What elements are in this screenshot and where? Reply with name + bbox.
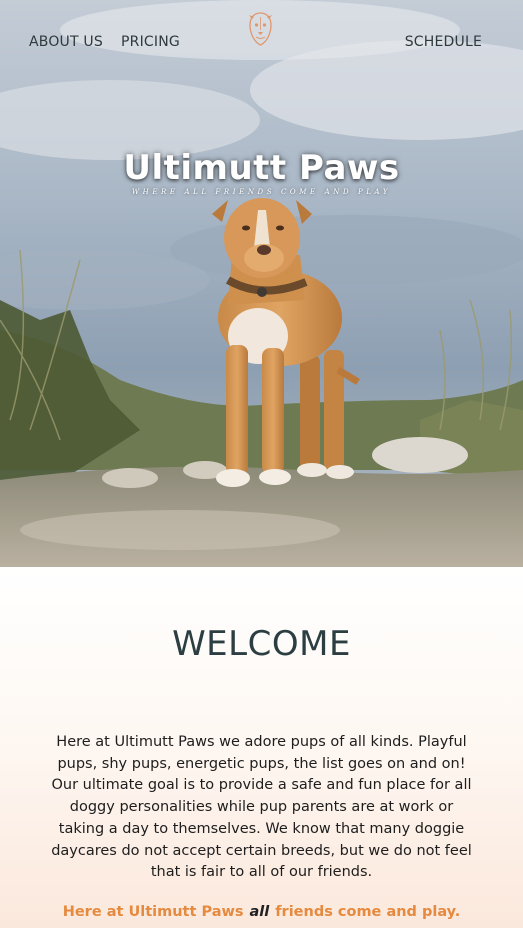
welcome-section: WELCOME Here at Ultimutt Paws we adore p… <box>0 567 523 928</box>
brand-title: Ultimutt Paws <box>123 148 400 188</box>
tagline-emphasis: all <box>249 904 270 920</box>
welcome-body-text: Here at Ultimutt Paws we adore pups of a… <box>51 734 472 881</box>
hero-section: ABOUT US PRICING SCHEDULE Ultimutt Paws … <box>0 0 523 567</box>
welcome-heading: WELCOME <box>172 624 351 664</box>
nav-link-pricing[interactable]: PRICING <box>121 34 180 50</box>
nav-link-about-us[interactable]: ABOUT US <box>29 34 103 50</box>
tagline-part-after: friends come and play. <box>275 904 461 920</box>
brand-tagline: WHERE ALL FRIENDS COME AND PLAY <box>131 188 392 196</box>
nav-link-schedule[interactable]: SCHEDULE <box>405 34 482 50</box>
main-nav: ABOUT US PRICING SCHEDULE <box>0 34 523 54</box>
hero-image-dog <box>0 0 523 567</box>
welcome-tagline: Here at Ultimutt Paws all friends come and… <box>0 904 523 920</box>
tagline-part-before: Here at Ultimutt Paws <box>62 904 244 920</box>
